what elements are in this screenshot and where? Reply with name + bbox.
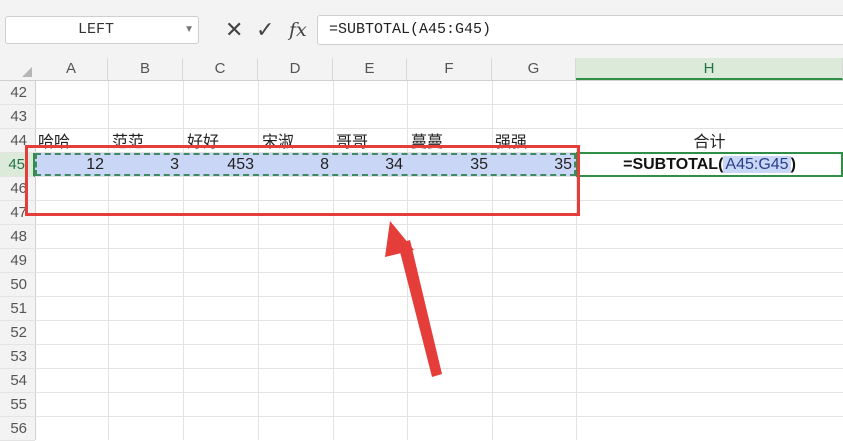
cell-h45-editing[interactable]: =SUBTOTAL(A45:G45) <box>576 152 843 177</box>
column-header-row: A B C D E F G H <box>0 58 843 81</box>
name-box-value: LEFT <box>77 21 114 38</box>
fx-icon[interactable]: fx <box>289 18 307 42</box>
column-header-e[interactable]: E <box>333 58 407 80</box>
column-header-g[interactable]: G <box>492 58 576 80</box>
row-header-52[interactable]: 52 <box>0 321 35 345</box>
gridline <box>407 81 408 440</box>
column-header-h[interactable]: H <box>576 58 843 80</box>
formula-prefix: =SUBTOTAL( <box>623 156 724 173</box>
cell-h45-formula: =SUBTOTAL(A45:G45) <box>578 154 841 175</box>
formula-input[interactable]: =SUBTOTAL(A45:G45) <box>317 15 843 45</box>
column-header-f[interactable]: F <box>407 58 492 80</box>
formula-bar: LEFT ▼ ✕ ✓ fx =SUBTOTAL(A45:G45) <box>0 0 843 59</box>
column-header-a[interactable]: A <box>35 58 108 80</box>
gridline <box>35 368 843 369</box>
cell-h44[interactable]: 合计 <box>576 133 843 153</box>
row-header-column: 42 43 44 45 46 47 48 49 50 51 52 53 54 5… <box>0 81 36 441</box>
gridline <box>108 81 109 440</box>
gridline <box>35 416 843 417</box>
chevron-down-icon[interactable]: ▼ <box>184 17 194 43</box>
gridline <box>35 104 843 105</box>
row-header-55[interactable]: 55 <box>0 393 35 417</box>
name-box[interactable]: LEFT ▼ <box>5 16 199 44</box>
formula-suffix: ) <box>790 156 796 173</box>
column-header-c[interactable]: C <box>183 58 258 80</box>
gridline <box>35 392 843 393</box>
column-header-d[interactable]: D <box>258 58 333 80</box>
column-header-b[interactable]: B <box>108 58 183 80</box>
row-header-54[interactable]: 54 <box>0 369 35 393</box>
gridline <box>35 128 843 129</box>
check-icon[interactable]: ✓ <box>256 18 274 42</box>
gridline <box>35 344 843 345</box>
cell-grid[interactable]: 哈哈 范范 好好 宋淑 哥哥 蔓蔓 强强 合计 12 3 453 8 34 35… <box>35 81 843 440</box>
gridline <box>35 272 843 273</box>
row-header-43[interactable]: 43 <box>0 105 35 129</box>
row-header-51[interactable]: 51 <box>0 297 35 321</box>
row-header-49[interactable]: 49 <box>0 249 35 273</box>
close-icon[interactable]: ✕ <box>225 18 243 42</box>
row-header-56[interactable]: 56 <box>0 417 35 441</box>
row-header-42[interactable]: 42 <box>0 81 35 105</box>
gridline <box>258 81 259 440</box>
select-all-icon[interactable] <box>22 67 32 77</box>
gridline <box>35 296 843 297</box>
gridline <box>492 81 493 440</box>
gridline <box>183 81 184 440</box>
gridline <box>35 248 843 249</box>
gridline <box>333 81 334 440</box>
gridline <box>35 320 843 321</box>
annotation-red-box <box>25 145 580 216</box>
row-header-50[interactable]: 50 <box>0 273 35 297</box>
select-all-corner[interactable] <box>0 58 35 80</box>
row-header-53[interactable]: 53 <box>0 345 35 369</box>
row-header-48[interactable]: 48 <box>0 225 35 249</box>
formula-text: =SUBTOTAL(A45:G45) <box>329 21 492 38</box>
gridline <box>35 224 843 225</box>
formula-range-reference: A45:G45 <box>723 156 791 173</box>
